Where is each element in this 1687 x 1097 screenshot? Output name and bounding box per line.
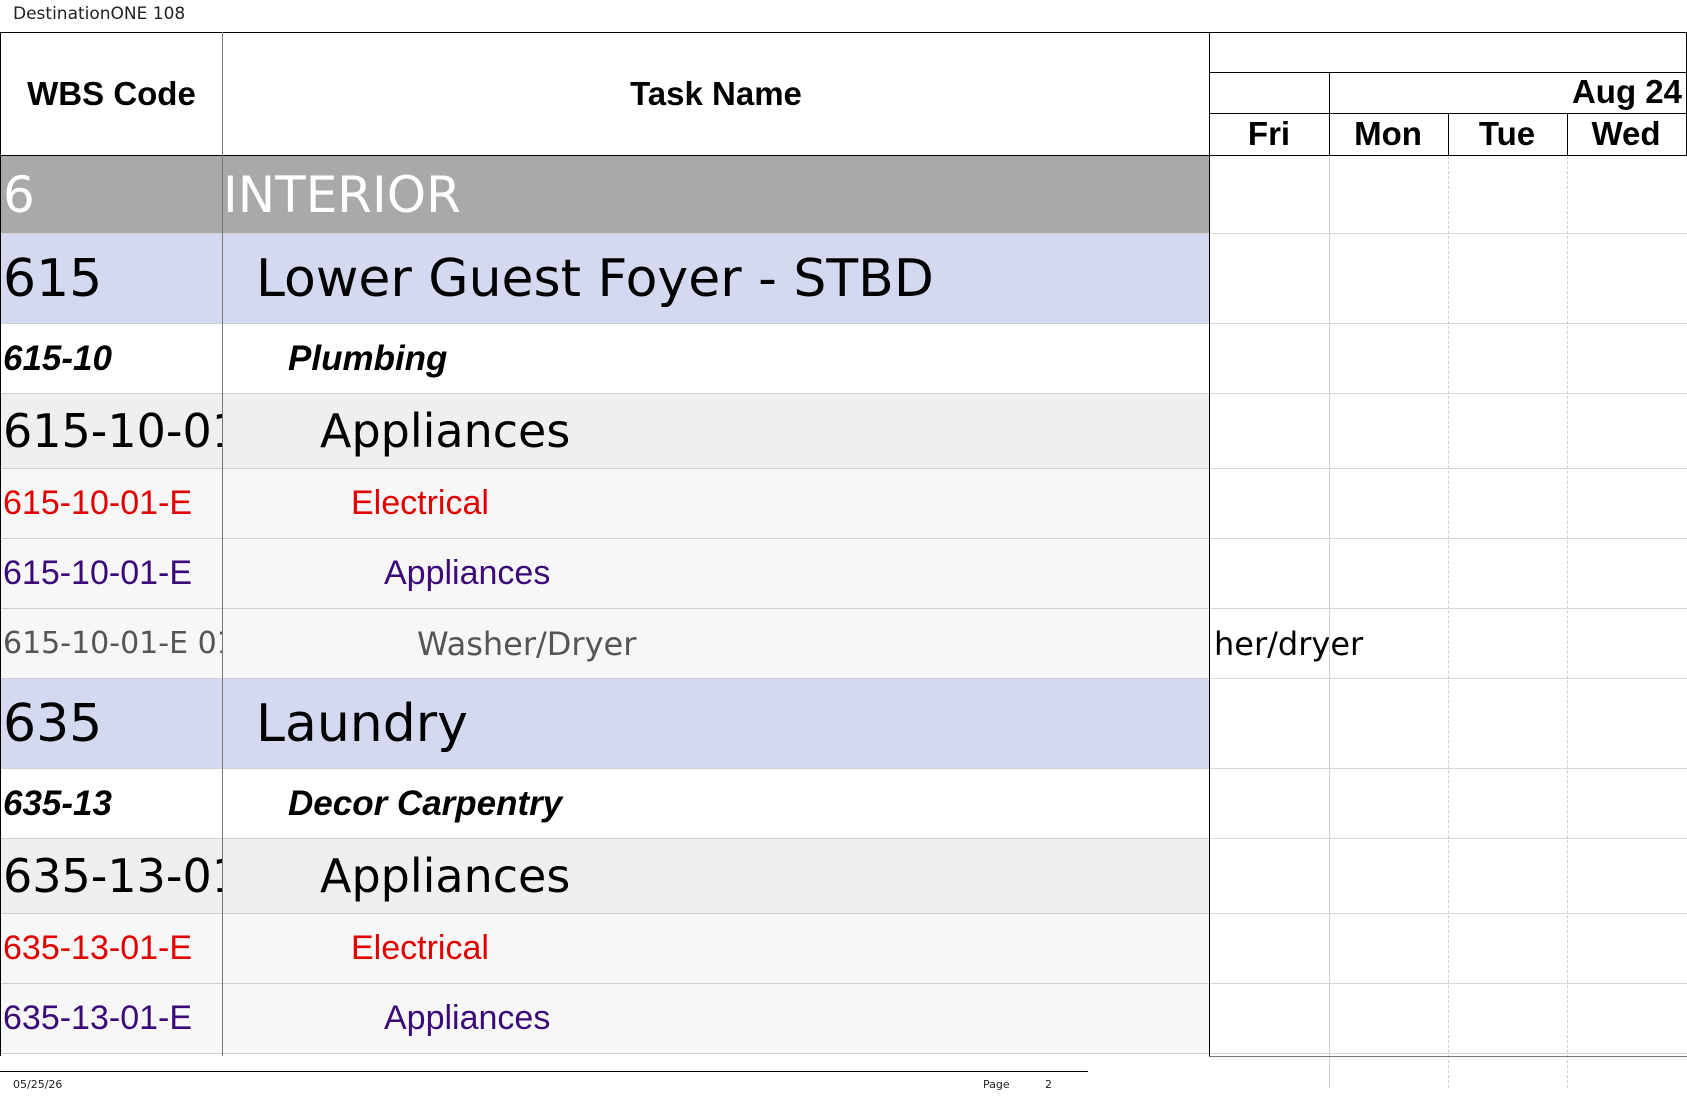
task-name-cell: Electrical [351,929,489,967]
gantt-day-line [1329,156,1330,1088]
footer-rule [0,1071,1088,1072]
wbs-code-cell: 635-13-01-E [3,929,193,967]
task-name-cell: Appliances [384,999,551,1037]
wbs-code-header[interactable]: WBS Code [1,33,222,155]
document-title: DestinationONE 108 [13,4,186,24]
task-name-cell: Plumbing [288,338,448,378]
timescale-day-mon: Mon [1354,115,1422,152]
timescale-day-divider-2 [1567,113,1568,156]
table-top-border [0,32,1687,33]
gantt-day-line [1448,156,1449,1088]
task-name-cell: Appliances [384,554,551,592]
table-row[interactable]: 615-10-01 Appliances [1,394,1209,469]
wbs-code-cell: 615-10 [3,338,112,378]
task-name-cell: Electrical [351,484,489,522]
table-row[interactable]: 615-10-01-E 01 Washer/Dryer [1,609,1209,679]
footer-page-label: Page [983,1078,1010,1091]
task-name-cell: Decor Carpentry [288,783,563,823]
wbs-code-cell: 635 [3,693,103,754]
schedule-table: WBS Code Task Name Aug 24 Fri Mon Tue We… [0,32,1687,1088]
gantt-day-line [1567,156,1568,1088]
table-row[interactable]: 635-13-01-E Electrical [1,914,1209,984]
timescale-day-fri: Fri [1247,115,1291,152]
timescale-day-wed: Wed [1591,115,1661,152]
table-row[interactable]: 635-13 Decor Carpentry [1,769,1209,839]
wbs-code-cell: 635-13-01-E [3,999,193,1037]
timescale-divider-1 [1210,72,1687,73]
task-name-cell: INTERIOR [223,165,461,224]
table-row[interactable]: 615-10-01-E Electrical [1,469,1209,539]
wbs-code-cell: 615-10-01 [3,404,222,458]
table-row[interactable]: 615 Lower Guest Foyer - STBD [1,234,1209,324]
wbs-code-cell: 615-10-01-E [3,484,193,522]
gantt-left-border [1209,32,1210,1056]
task-name-cell: Lower Guest Foyer - STBD [256,248,934,309]
table-left-border [0,32,1,1056]
wbs-code-cell: 615-10-01-E [3,554,193,592]
task-name-cell: Appliances [320,404,571,458]
wbs-column-divider [222,32,223,1056]
table-row[interactable]: 635-13-01-E Appliances [1,984,1209,1054]
wbs-code-cell: 615-10-01-E 01 [3,626,222,661]
task-name-cell: Washer/Dryer [417,624,637,663]
timescale-day-tue: Tue [1478,115,1536,152]
wbs-code-cell: 635-13-01 [3,849,222,903]
timescale-month-divider [1329,72,1330,156]
footer-date: 05/25/26 [13,1078,63,1091]
table-row[interactable]: 615-10 Plumbing [1,324,1209,394]
footer-page-number: 2 [1045,1078,1052,1091]
task-name-cell: Laundry [256,693,468,754]
wbs-code-cell: 615 [3,248,103,309]
table-row[interactable]: 6 INTERIOR [1,156,1209,234]
table-row[interactable]: 635-13-01 Appliances [1,839,1209,914]
timescale-day-divider-1 [1448,113,1449,156]
table-row[interactable]: 615-10-01-E Appliances [1,539,1209,609]
wbs-code-cell: 635-13 [3,783,112,823]
table-bottom-border [1209,1056,1687,1057]
timescale-month-label: Aug 24 [1571,73,1682,110]
table-row[interactable]: 635 Laundry [1,679,1209,769]
wbs-code-cell: 6 [3,165,35,224]
task-name-header[interactable]: Task Name [223,33,1209,155]
gantt-bar-label: her/dryer [1214,624,1364,663]
task-name-cell: Appliances [320,849,571,903]
